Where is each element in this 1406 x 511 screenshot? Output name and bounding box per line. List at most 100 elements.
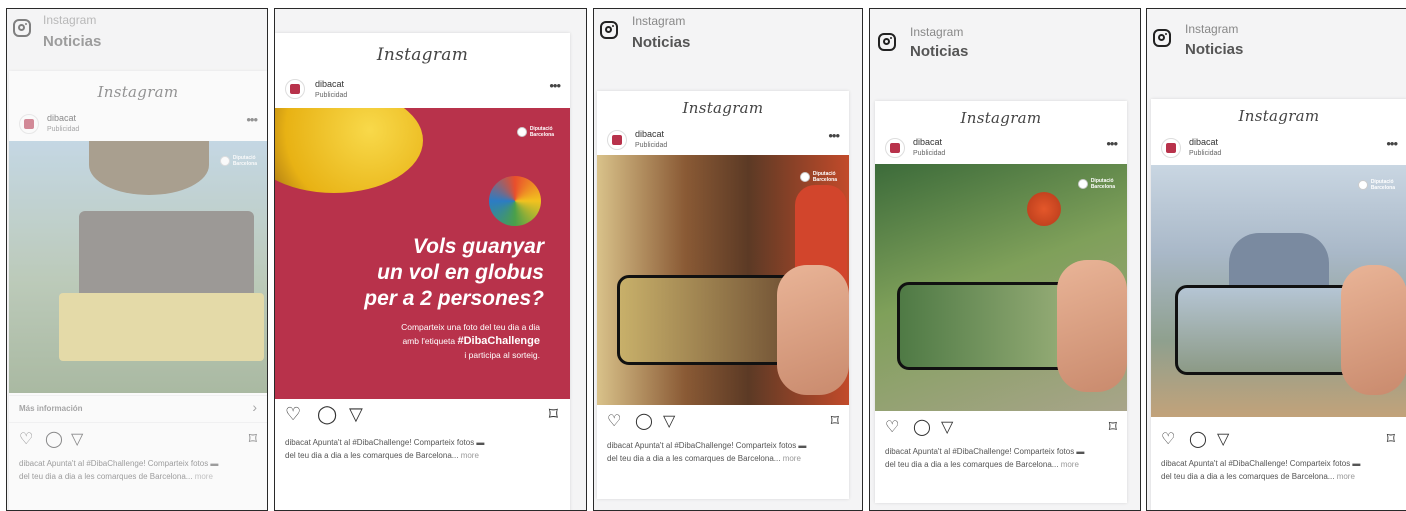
brand-logo-icon (219, 156, 230, 166)
headline-line-2: un vol en globus (377, 261, 544, 284)
post-image-balloon-basket: Diputació Barcelona (9, 141, 267, 393)
save-icon[interactable]: ⌑ (549, 404, 558, 425)
post-caption: dibacat Apunta't al #DibaChallenge! Comp… (19, 457, 257, 483)
headline-line-1: Vols guanyar (412, 235, 544, 258)
caption-more-link[interactable]: more (461, 451, 479, 460)
action-bar: ♡ ◯ ▽ ⌑ (1151, 429, 1406, 455)
brand-badge: Diputació Barcelona (1357, 179, 1395, 191)
account-name[interactable]: dibacat (913, 137, 942, 147)
like-icon[interactable]: ♡ (885, 417, 899, 437)
account-name[interactable]: dibacat (635, 129, 664, 139)
action-bar: ♡ ◯ ▽ ⌑ (597, 411, 849, 437)
brand-badge: Diputació Barcelona (516, 126, 554, 138)
save-icon[interactable]: ⌑ (831, 411, 839, 431)
more-options-icon[interactable]: ••• (549, 78, 561, 93)
instagram-logo-icon (13, 19, 31, 37)
body-line-2: amb l'etiqueta #DibaChallenge (402, 335, 540, 347)
like-icon[interactable]: ♡ (607, 411, 621, 431)
like-icon[interactable]: ♡ (285, 404, 301, 425)
more-options-icon[interactable]: ••• (246, 112, 258, 127)
ad-mockup-panel-3: Instagram Noticias Instagram dibacat Pub… (593, 8, 863, 511)
action-bar: ♡ ◯ ▽ ⌑ (9, 429, 267, 455)
post-caption: dibacat Apunta't al #DibaChallenge! Comp… (285, 436, 560, 462)
avatar[interactable] (607, 130, 627, 150)
action-bar: ♡ ◯ ▽ ⌑ (275, 404, 570, 430)
more-info-link[interactable]: Más información (19, 404, 83, 413)
phone-frame (897, 282, 1083, 370)
like-icon[interactable]: ♡ (1161, 429, 1175, 449)
caption-more-link[interactable]: more (1337, 472, 1355, 481)
post-card: Instagram dibacat Publicidad ••• Diputac… (1151, 99, 1406, 510)
save-icon[interactable]: ⌑ (249, 429, 257, 449)
avatar[interactable] (285, 79, 305, 99)
save-icon[interactable]: ⌑ (1109, 417, 1117, 437)
caption-line-1: dibacat Apunta't al #DibaChallenge! Comp… (19, 459, 219, 468)
brand-name-2: Barcelona (1370, 185, 1395, 191)
post-card: Instagram dibacat Publicidad ••• Diputac… (875, 101, 1127, 503)
body-line-3: i participa al sorteig. (464, 350, 540, 360)
balloon-passengers (79, 211, 254, 301)
berries (1027, 192, 1061, 226)
sponsored-label: Publicidad (913, 150, 946, 157)
account-name[interactable]: dibacat (315, 79, 344, 89)
like-icon[interactable]: ♡ (19, 429, 33, 449)
more-options-icon[interactable]: ••• (1386, 136, 1398, 151)
app-header: Instagram Noticias (870, 9, 1140, 79)
post-header: dibacat Publicidad ••• (597, 123, 849, 157)
avatar[interactable] (885, 138, 905, 158)
comment-icon[interactable]: ◯ (1189, 429, 1207, 449)
app-header: Instagram Noticias (7, 9, 267, 79)
app-header: Instagram Noticias (594, 9, 862, 79)
comment-icon[interactable]: ◯ (635, 411, 653, 431)
faded-layer: Instagram Noticias Instagram dibacat Pub… (7, 9, 267, 510)
share-icon[interactable]: ▽ (1217, 429, 1229, 449)
instagram-wordmark: Instagram (1238, 107, 1320, 125)
caption-more-link[interactable]: more (1061, 460, 1079, 469)
post-card: Instagram dibacat Publicidad ••• Diputac… (275, 33, 570, 510)
account-name[interactable]: dibacat (1189, 137, 1218, 147)
sponsored-label: Publicidad (47, 126, 80, 133)
app-name: Instagram (1185, 22, 1239, 36)
balloon-envelope (89, 141, 209, 195)
share-icon[interactable]: ▽ (349, 404, 363, 425)
post-caption: dibacat Apunta't al #DibaChallenge! Comp… (1161, 457, 1397, 483)
share-icon[interactable]: ▽ (941, 417, 953, 437)
caption-line-1: dibacat Apunta't al #DibaChallenge! Comp… (1161, 459, 1361, 468)
sponsored-label: Publicidad (1189, 150, 1222, 157)
caption-line-2: del teu dia a dia a les comarques de Bar… (19, 472, 213, 481)
caption-line-1: dibacat Apunta't al #DibaChallenge! Comp… (285, 438, 485, 447)
instagram-logo-icon (1153, 29, 1171, 47)
more-options-icon[interactable]: ••• (1106, 136, 1118, 151)
comment-icon[interactable]: ◯ (45, 429, 63, 449)
comment-icon[interactable]: ◯ (913, 417, 931, 437)
comment-icon[interactable]: ◯ (317, 404, 337, 425)
more-options-icon[interactable]: ••• (828, 128, 840, 143)
more-info-bar[interactable]: Más información › (9, 395, 267, 423)
instagram-logo-icon (600, 21, 618, 39)
feed-title: Noticias (632, 34, 691, 51)
share-icon[interactable]: ▽ (71, 429, 83, 449)
hashtag: #DibaChallenge (457, 335, 540, 347)
brand-badge: Diputació Barcelona (219, 155, 257, 167)
caption-more-link[interactable]: more (783, 454, 801, 463)
brand-badge: Diputació Barcelona (1077, 178, 1115, 190)
sponsored-label: Publicidad (315, 92, 348, 99)
app-name: Instagram (43, 13, 97, 27)
account-name[interactable]: dibacat (47, 113, 76, 123)
avatar[interactable] (1161, 138, 1181, 158)
share-icon[interactable]: ▽ (663, 411, 675, 431)
avatar[interactable] (19, 114, 39, 134)
hand (1341, 265, 1406, 395)
action-bar: ♡ ◯ ▽ ⌑ (875, 417, 1127, 443)
post-caption: dibacat Apunta't al #DibaChallenge! Comp… (607, 439, 839, 465)
phone-frame (1175, 285, 1363, 375)
caption-line-2: del teu dia a dia a les comarques de Bar… (607, 454, 801, 463)
brand-name-2: Barcelona (1090, 184, 1115, 190)
caption-more-link[interactable]: more (195, 472, 213, 481)
post-image-hikers: Diputació Barcelona (875, 164, 1127, 411)
post-header: dibacat Publicidad ••• (9, 107, 267, 141)
post-image-promo: Diputació Barcelona Vols guanyar un vol e… (275, 108, 570, 399)
promo-body: Comparteix una foto del teu dia a dia am… (401, 320, 540, 362)
post-image-city-view: Diputació Barcelona (1151, 165, 1406, 417)
save-icon[interactable]: ⌑ (1387, 429, 1395, 449)
